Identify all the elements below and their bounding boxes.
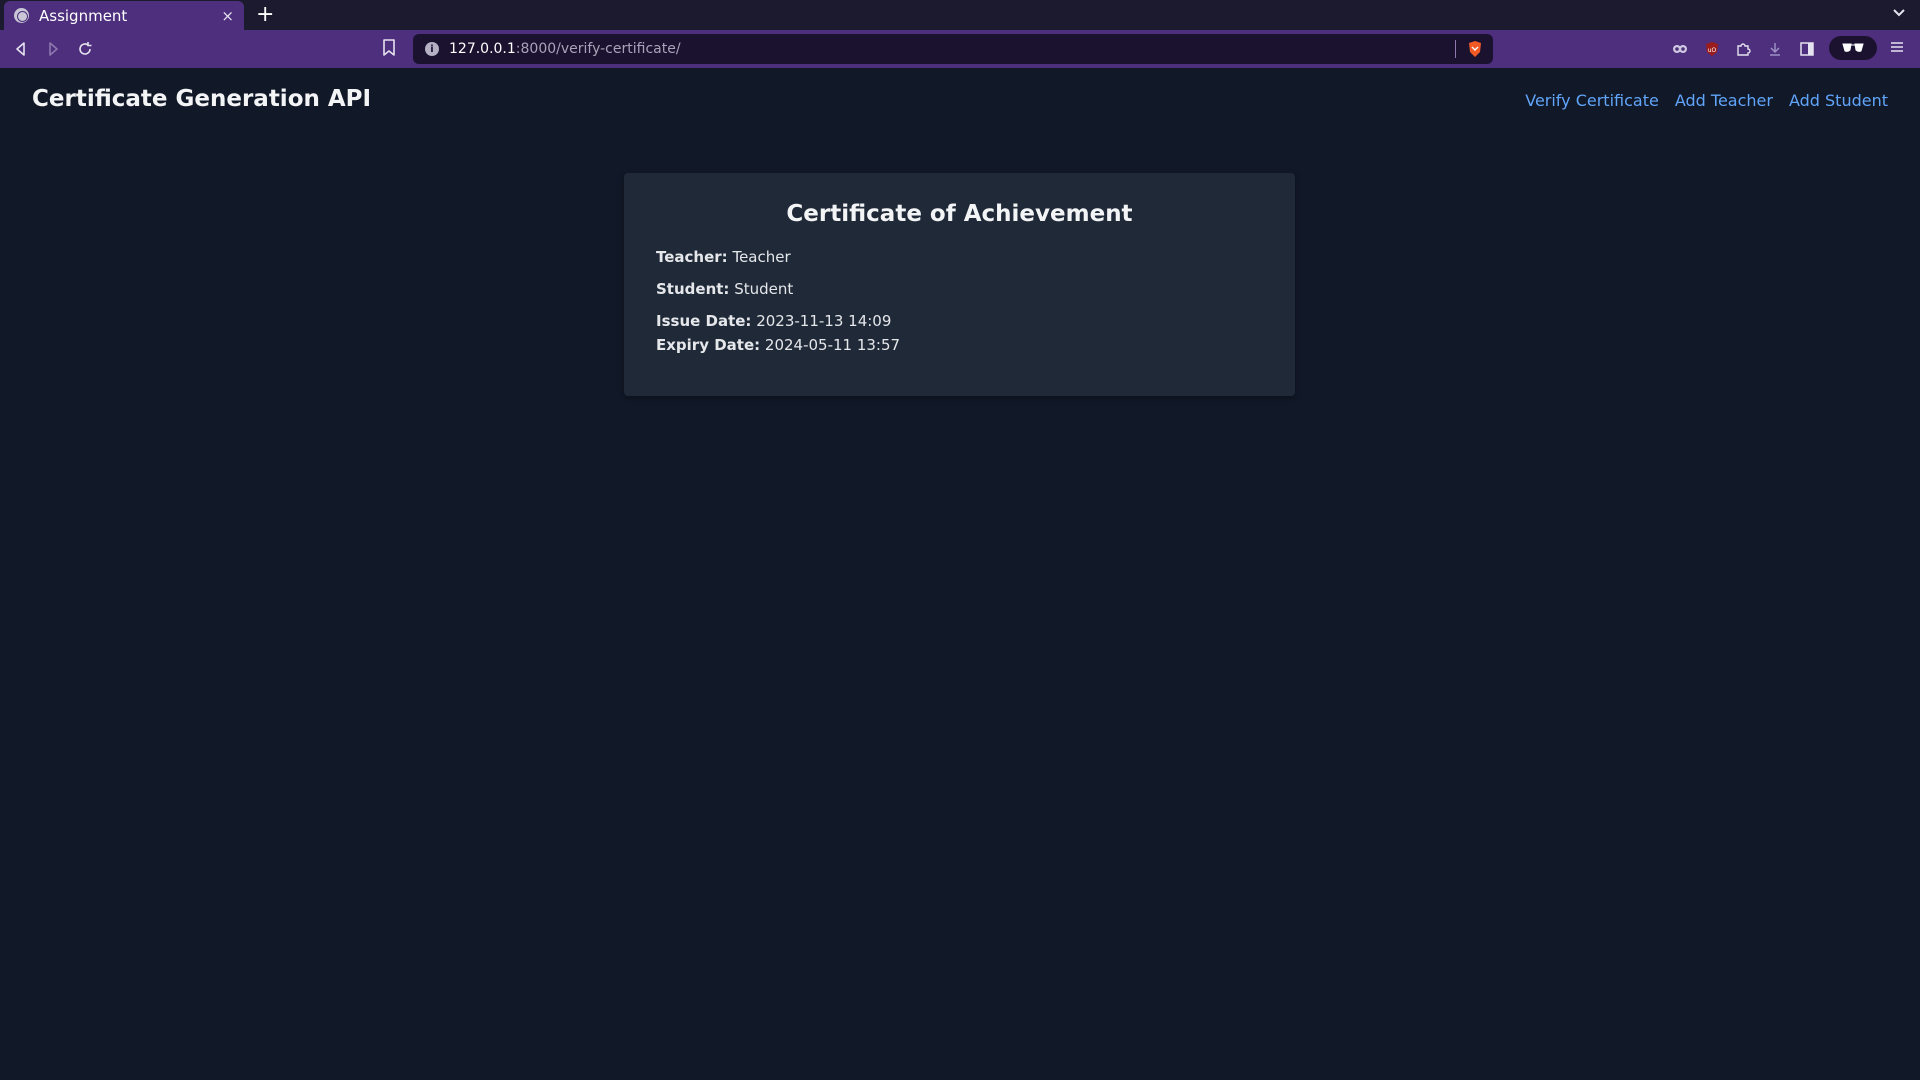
browser-tab-assignment[interactable]: Assignment × — [4, 1, 244, 30]
puzzle-icon[interactable] — [1734, 40, 1752, 58]
extension-icon[interactable] — [1671, 40, 1689, 58]
browser-tab-bar: Assignment × + — [0, 0, 1920, 30]
back-button[interactable] — [10, 38, 32, 60]
page-content: Certificate Generation API Verify Certif… — [0, 68, 1920, 1080]
teacher-label: Teacher: — [656, 248, 728, 266]
top-nav: Verify Certificate Add Teacher Add Stude… — [1525, 91, 1888, 110]
back-arrow-icon — [16, 42, 25, 56]
tab-close-button[interactable]: × — [221, 7, 234, 25]
sidebar-toggle-icon[interactable] — [1798, 40, 1816, 58]
teacher-value: Teacher — [732, 248, 791, 266]
brave-shield-icon[interactable] — [1467, 40, 1483, 58]
bookmark-button[interactable] — [382, 39, 400, 59]
forward-arrow-icon — [49, 42, 58, 56]
url-host: 127.0.0.1 — [449, 41, 516, 57]
reload-button[interactable] — [74, 38, 96, 60]
glasses-icon — [1842, 43, 1864, 52]
url-path: :8000/verify-certificate/ — [515, 41, 681, 57]
site-info-icon[interactable]: i — [425, 42, 439, 56]
student-label: Student: — [656, 280, 730, 298]
certificate-card: Certificate of Achievement Teacher: Teac… — [624, 173, 1295, 396]
expiry-date-label: Expiry Date: — [656, 336, 761, 354]
wallet-button[interactable] — [1829, 36, 1877, 60]
reload-icon — [79, 42, 92, 55]
address-bar[interactable]: i 127.0.0.1 :8000/verify-certificate/ — [413, 34, 1493, 64]
new-tab-button[interactable]: + — [256, 3, 274, 27]
certificate-title: Certificate of Achievement — [786, 201, 1133, 227]
issue-date-label: Issue Date: — [656, 312, 752, 330]
bookmark-icon — [383, 39, 395, 56]
nav-link-verify-certificate[interactable]: Verify Certificate — [1525, 91, 1659, 110]
browser-toolbar: i 127.0.0.1 :8000/verify-certificate/ uO — [0, 30, 1920, 68]
download-icon[interactable] — [1766, 40, 1784, 58]
chevron-down-icon[interactable] — [1892, 6, 1906, 22]
svg-text:uO: uO — [1708, 47, 1717, 54]
expiry-date-field: Expiry Date: 2024-05-11 13:57 — [656, 333, 1263, 357]
student-field: Student: Student — [656, 277, 1263, 301]
teacher-field: Teacher: Teacher — [656, 245, 1263, 269]
tab-title: Assignment — [39, 6, 128, 25]
ublock-origin-icon[interactable]: uO — [1703, 40, 1721, 58]
issue-date-value: 2023-11-13 14:09 — [756, 312, 892, 330]
expiry-date-value: 2024-05-11 13:57 — [764, 336, 901, 354]
nav-link-add-teacher[interactable]: Add Teacher — [1675, 91, 1773, 110]
globe-icon — [14, 8, 29, 23]
site-title: Certificate Generation API — [32, 86, 372, 112]
address-divider — [1455, 40, 1456, 58]
student-value: Student — [734, 280, 794, 298]
menu-hamburger-icon[interactable] — [1889, 39, 1907, 57]
nav-link-add-student[interactable]: Add Student — [1789, 91, 1888, 110]
forward-button[interactable] — [42, 38, 64, 60]
issue-date-field: Issue Date: 2023-11-13 14:09 — [656, 309, 1263, 333]
